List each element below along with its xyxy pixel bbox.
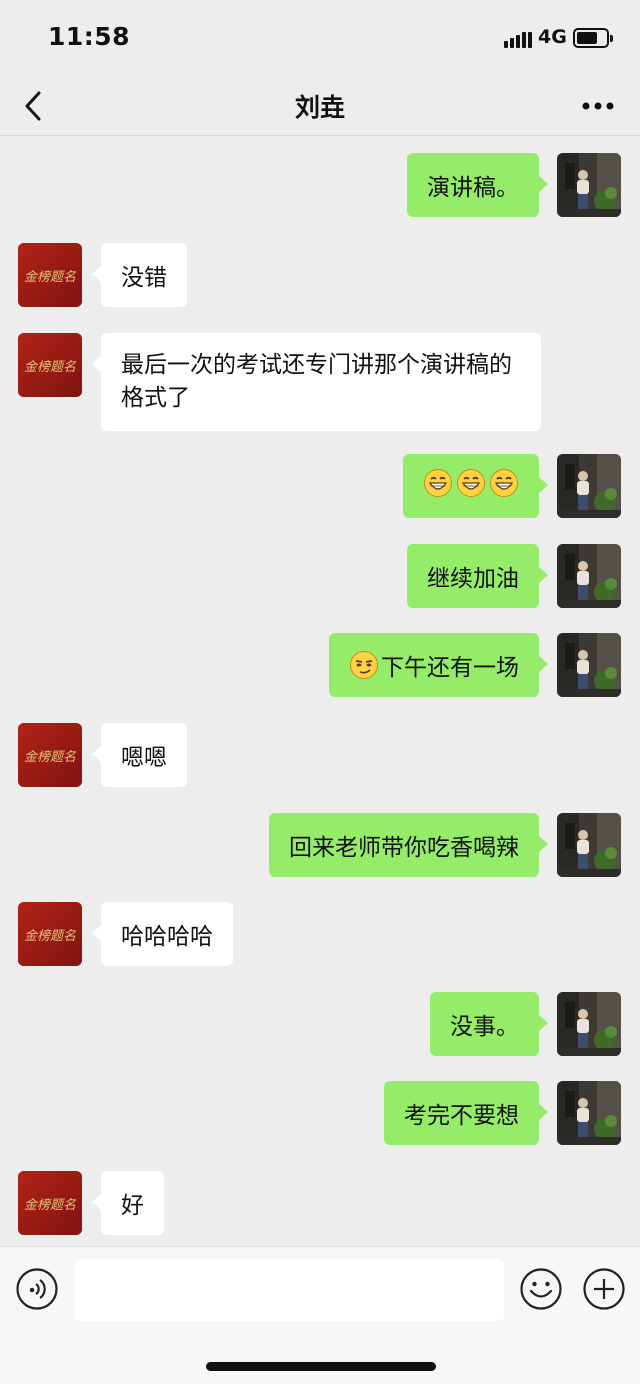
signal-icon — [504, 30, 532, 48]
contact-avatar[interactable]: 金榜题名 — [18, 333, 82, 397]
my-avatar[interactable] — [557, 544, 621, 608]
svg-text:金榜题名: 金榜题名 — [24, 749, 77, 765]
voice-icon — [16, 1268, 58, 1310]
contact-avatar[interactable]: 金榜题名 — [18, 902, 82, 966]
voice-button[interactable] — [15, 1267, 59, 1311]
emoji-icon — [520, 1268, 562, 1310]
message-text: 考完不要想 — [404, 1103, 519, 1129]
message-text: 回来老师带你吃香喝辣 — [289, 835, 519, 861]
message-bubble-theirs[interactable]: 哈哈哈哈 — [92, 902, 233, 966]
home-indicator[interactable] — [206, 1362, 436, 1371]
smirk-emoji — [350, 651, 378, 679]
message-bubble-mine[interactable] — [403, 454, 548, 518]
emoji-button[interactable] — [519, 1267, 563, 1311]
message-bubble-mine[interactable]: 演讲稿。 — [407, 153, 548, 217]
svg-text:金榜题名: 金榜题名 — [24, 269, 77, 285]
message-bubble-mine[interactable]: 没事。 — [430, 992, 548, 1056]
message-text: 最后一次的考试还专门讲那个演讲稿的格式了 — [121, 352, 512, 411]
message-text: 演讲稿。 — [427, 175, 519, 201]
my-avatar[interactable] — [557, 153, 621, 217]
message-bubble-mine[interactable]: 考完不要想 — [384, 1081, 548, 1145]
battery-icon — [573, 28, 613, 48]
message-bubble-theirs[interactable]: 最后一次的考试还专门讲那个演讲稿的格式了 — [92, 333, 541, 431]
more-button[interactable] — [578, 88, 618, 124]
grin-emoji — [423, 468, 519, 504]
message-text: 下午还有一场 — [381, 655, 519, 681]
message-bubble-mine[interactable]: 继续加油 — [407, 544, 548, 608]
message-text: 好 — [121, 1193, 144, 1219]
svg-text:金榜题名: 金榜题名 — [24, 359, 77, 375]
more-dots-icon — [582, 102, 614, 110]
message-bubble-mine[interactable]: 回来老师带你吃香喝辣 — [269, 813, 548, 877]
status-bar: 11:58 4G — [0, 0, 640, 76]
plus-icon — [583, 1268, 625, 1310]
message-bubble-theirs[interactable]: 没错 — [92, 243, 187, 307]
message-bubble-theirs[interactable]: 嗯嗯 — [92, 723, 187, 787]
status-time: 11:58 — [48, 22, 131, 51]
message-bubble-theirs[interactable]: 好 — [92, 1171, 164, 1235]
my-avatar[interactable] — [557, 633, 621, 697]
network-type: 4G — [538, 26, 567, 48]
my-avatar[interactable] — [557, 1081, 621, 1145]
message-bubble-mine[interactable]: 下午还有一场 — [329, 633, 548, 697]
message-text: 哈哈哈哈 — [121, 924, 213, 950]
contact-avatar[interactable]: 金榜题名 — [18, 723, 82, 787]
chat-header: 刘垚 — [0, 76, 640, 136]
message-text: 嗯嗯 — [121, 745, 167, 771]
my-avatar[interactable] — [557, 813, 621, 877]
my-avatar[interactable] — [557, 454, 621, 518]
message-text: 继续加油 — [427, 566, 519, 592]
message-text: 没事。 — [450, 1014, 519, 1040]
message-text: 没错 — [121, 265, 167, 291]
chat-title: 刘垚 — [294, 93, 345, 122]
svg-text:金榜题名: 金榜题名 — [24, 928, 77, 944]
my-avatar[interactable] — [557, 992, 621, 1056]
message-input[interactable] — [74, 1259, 504, 1321]
contact-avatar[interactable]: 金榜题名 — [18, 243, 82, 307]
contact-avatar[interactable]: 金榜题名 — [18, 1171, 82, 1235]
plus-button[interactable] — [582, 1267, 626, 1311]
svg-text:金榜题名: 金榜题名 — [24, 1197, 77, 1213]
